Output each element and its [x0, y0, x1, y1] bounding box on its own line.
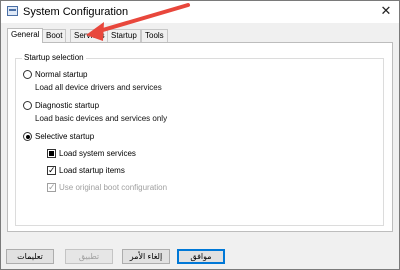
selective-startup-radio[interactable] [23, 132, 32, 141]
system-configuration-window: System Configuration ✕ General Boot Serv… [0, 0, 400, 270]
use-original-boot-label: Use original boot configuration [59, 183, 168, 192]
normal-startup-radio[interactable] [23, 70, 32, 79]
normal-startup-description: Load all device drivers and services [35, 83, 162, 92]
diagnostic-startup-radio[interactable] [23, 101, 32, 110]
tab-startup[interactable]: Startup [107, 29, 141, 42]
apply-button: تطبيق [65, 249, 113, 264]
tab-general[interactable]: General [7, 28, 44, 43]
startup-selection-group: Startup selection Normal startup Load al… [15, 53, 384, 226]
normal-startup-label[interactable]: Normal startup [35, 70, 87, 79]
checkmark-icon: ✓ [48, 182, 56, 192]
ok-button[interactable]: موافق [177, 249, 225, 264]
cancel-button[interactable]: إلغاء الأمر [122, 249, 170, 264]
tab-services[interactable]: Services [70, 29, 109, 42]
window-title: System Configuration [23, 6, 129, 18]
tab-tools[interactable]: Tools [141, 29, 168, 42]
diagnostic-startup-description: Load basic devices and services only [35, 114, 168, 123]
selective-startup-label[interactable]: Selective startup [35, 132, 94, 141]
msconfig-app-icon [7, 6, 18, 16]
checkmark-icon: ✓ [48, 165, 56, 175]
use-original-boot-checkbox: ✓ [47, 182, 56, 192]
help-button[interactable]: تعليمات [6, 249, 54, 264]
title-bar: System Configuration ✕ [1, 1, 399, 23]
general-tab-panel: Startup selection Normal startup Load al… [7, 42, 393, 232]
close-icon[interactable]: ✕ [379, 4, 393, 18]
diagnostic-startup-label[interactable]: Diagnostic startup [35, 101, 99, 110]
load-system-services-checkbox[interactable] [47, 149, 56, 158]
tab-boot[interactable]: Boot [42, 29, 67, 42]
load-startup-items-label[interactable]: Load startup items [59, 166, 125, 175]
load-system-services-label[interactable]: Load system services [59, 149, 136, 158]
load-startup-items-checkbox[interactable]: ✓ [47, 165, 56, 175]
startup-selection-label: Startup selection [22, 53, 86, 62]
